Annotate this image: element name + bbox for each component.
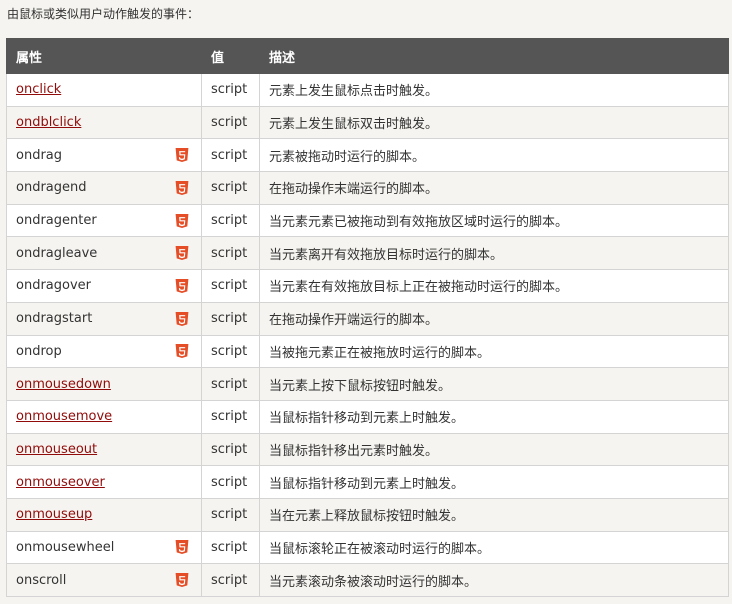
header-value: 值 — [201, 38, 260, 74]
html5-icon — [175, 213, 189, 228]
table-body: onclick script 元素上发生鼠标点击时触发。 ondblclick scri… — [6, 73, 729, 597]
value-cell: script — [201, 105, 260, 140]
attribute-name: ondragenter — [16, 213, 97, 229]
value-cell: script — [201, 73, 260, 107]
attribute-cell: ondragenter — [6, 203, 202, 238]
table-row: ondrag script 元素被拖动时运行的脚本。 — [6, 138, 729, 173]
attribute-cell: ondragleave — [6, 236, 202, 271]
attribute-link[interactable]: onmouseout — [16, 442, 97, 457]
description-cell: 元素上发生鼠标双击时触发。 — [259, 105, 729, 140]
table-row: onmouseup script 当在元素上释放鼠标按钮时触发。 — [6, 497, 729, 532]
table-row: onclick script 元素上发生鼠标点击时触发。 — [6, 73, 729, 107]
attribute-cell: ondblclick — [6, 105, 202, 140]
attribute-link[interactable]: onmouseup — [16, 507, 92, 522]
value-cell: script — [201, 563, 260, 597]
attribute-cell: onclick — [6, 73, 202, 107]
html5-icon — [175, 573, 189, 588]
attribute-link[interactable]: onmouseover — [16, 475, 105, 490]
attribute-cell: onmouseup — [6, 497, 202, 532]
value-cell: script — [201, 236, 260, 271]
table-row: onmouseout script 当鼠标指针移出元素时触发。 — [6, 432, 729, 467]
attribute-cell: onmouseout — [6, 432, 202, 467]
attribute-cell: onscroll — [6, 563, 202, 597]
table-row: onscroll script 当元素滚动条被滚动时运行的脚本。 — [6, 563, 729, 597]
attribute-cell: ondrop — [6, 334, 202, 369]
attribute-cell: onmouseover — [6, 465, 202, 499]
value-cell: script — [201, 465, 260, 499]
value-cell: script — [201, 367, 260, 401]
html5-icon — [175, 246, 189, 261]
description-cell: 元素上发生鼠标点击时触发。 — [259, 73, 729, 107]
table-row: onmousemove script 当鼠标指针移动到元素上时触发。 — [6, 399, 729, 434]
attribute-name: ondrag — [16, 147, 63, 163]
html5-icon — [175, 311, 189, 326]
header-description: 描述 — [259, 38, 729, 74]
description-cell: 在拖动操作末端运行的脚本。 — [259, 171, 729, 205]
table-row: ondblclick script 元素上发生鼠标双击时触发。 — [6, 105, 729, 140]
table-row: ondragend script 在拖动操作末端运行的脚本。 — [6, 171, 729, 205]
description-cell: 元素被拖动时运行的脚本。 — [259, 138, 729, 173]
html5-icon — [175, 180, 189, 195]
table-row: ondragover script 当元素在有效拖放目标上正在被拖动时运行的脚本。 — [6, 269, 729, 303]
value-cell: script — [201, 138, 260, 173]
description-cell: 当在元素上释放鼠标按钮时触发。 — [259, 497, 729, 532]
table-row: ondragstart script 在拖动操作开端运行的脚本。 — [6, 301, 729, 336]
attribute-cell: ondrag — [6, 138, 202, 173]
attribute-cell: ondragover — [6, 269, 202, 303]
table-row: ondragenter script 当元素元素已被拖动到有效拖放区域时运行的脚本。 — [6, 203, 729, 238]
description-cell: 当被拖元素正在被拖放时运行的脚本。 — [259, 334, 729, 369]
header-attribute: 属性 — [6, 38, 202, 74]
value-cell: script — [201, 530, 260, 565]
description-cell: 当鼠标指针移动到元素上时触发。 — [259, 399, 729, 434]
description-cell: 当元素在有效拖放目标上正在被拖动时运行的脚本。 — [259, 269, 729, 303]
attribute-cell: onmousedown — [6, 367, 202, 401]
value-cell: script — [201, 203, 260, 238]
attribute-name: ondragover — [16, 278, 91, 294]
description-cell: 当元素滚动条被滚动时运行的脚本。 — [259, 563, 729, 597]
attribute-name: ondragleave — [16, 245, 98, 261]
value-cell: script — [201, 334, 260, 369]
description-cell: 当元素元素已被拖动到有效拖放区域时运行的脚本。 — [259, 203, 729, 238]
mouse-events-table: 属性 值 描述 onclick script 元素上发生鼠标点击时触发。 ondblc… — [6, 38, 729, 597]
description-cell: 在拖动操作开端运行的脚本。 — [259, 301, 729, 336]
html5-icon — [175, 344, 189, 359]
attribute-cell: onmousewheel — [6, 530, 202, 565]
table-row: ondragleave script 当元素离开有效拖放目标时运行的脚本。 — [6, 236, 729, 271]
description-cell: 当鼠标指针移出元素时触发。 — [259, 432, 729, 467]
value-cell: script — [201, 301, 260, 336]
description-cell: 当鼠标指针移动到元素上时触发。 — [259, 465, 729, 499]
attribute-link[interactable]: ondblclick — [16, 115, 81, 130]
description-cell: 当鼠标滚轮正在被滚动时运行的脚本。 — [259, 530, 729, 565]
value-cell: script — [201, 171, 260, 205]
intro-text: 由鼠标或类似用户动作触发的事件： — [7, 7, 200, 21]
value-cell: script — [201, 399, 260, 434]
header-row: 属性 值 描述 — [6, 38, 729, 74]
attribute-name: ondragend — [16, 180, 87, 196]
description-cell: 当元素上按下鼠标按钮时触发。 — [259, 367, 729, 401]
table-row: onmousedown script 当元素上按下鼠标按钮时触发。 — [6, 367, 729, 401]
description-cell: 当元素离开有效拖放目标时运行的脚本。 — [259, 236, 729, 271]
attribute-link[interactable]: onmousedown — [16, 377, 111, 392]
attribute-cell: onmousemove — [6, 399, 202, 434]
table-row: ondrop script 当被拖元素正在被拖放时运行的脚本。 — [6, 334, 729, 369]
value-cell: script — [201, 497, 260, 532]
table-row: onmousewheel script 当鼠标滚轮正在被滚动时运行的脚本。 — [6, 530, 729, 565]
attribute-name: ondragstart — [16, 311, 93, 327]
attribute-link[interactable]: onmousemove — [16, 409, 112, 424]
value-cell: script — [201, 269, 260, 303]
attribute-name: ondrop — [16, 343, 62, 359]
value-cell: script — [201, 432, 260, 467]
table-row: onmouseover script 当鼠标指针移动到元素上时触发。 — [6, 465, 729, 499]
attribute-cell: ondragend — [6, 171, 202, 205]
attribute-name: onscroll — [16, 572, 67, 588]
table-header: 属性 值 描述 — [6, 38, 729, 74]
html5-icon — [175, 540, 189, 555]
attribute-cell: ondragstart — [6, 301, 202, 336]
attribute-link[interactable]: onclick — [16, 82, 61, 97]
attribute-name: onmousewheel — [16, 539, 115, 555]
html5-icon — [175, 278, 189, 293]
html5-icon — [175, 148, 189, 163]
